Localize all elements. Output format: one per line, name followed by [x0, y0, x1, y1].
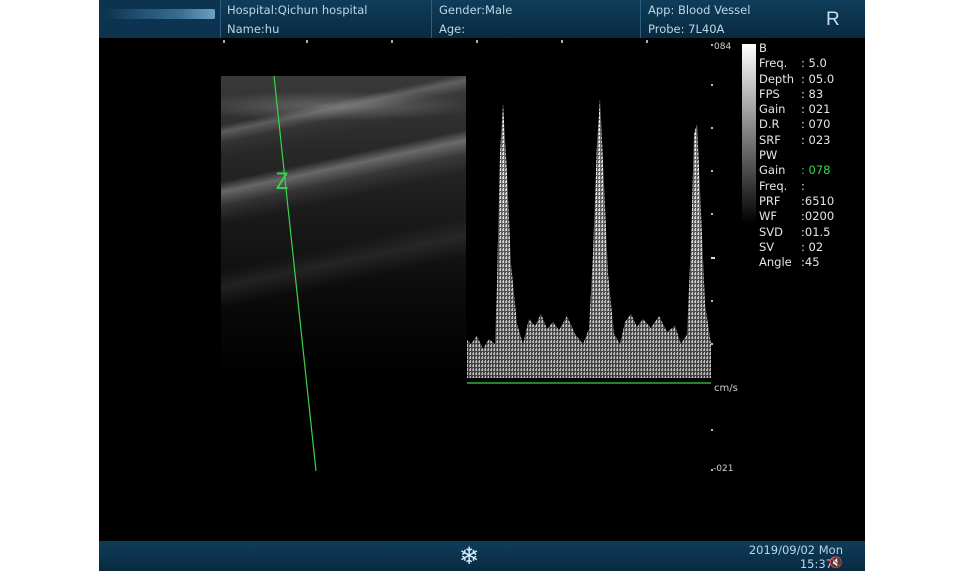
- speaker-muted-icon[interactable]: 🔇: [829, 556, 843, 569]
- param-row: Gain: 078: [759, 163, 831, 178]
- spectral-envelope: [467, 99, 711, 378]
- doppler-cursor-line[interactable]: [273, 75, 317, 472]
- grayscale-bar: [742, 44, 756, 224]
- param-row: FPS: 83: [759, 86, 824, 101]
- ultrasound-screen: Hospital:Qichun hospital Name:hu Gender:…: [99, 0, 865, 571]
- date-label: 2019/09/02 Mon: [748, 543, 843, 557]
- param-row: SVD:01.5: [759, 224, 831, 239]
- snowflake-icon[interactable]: ❄: [459, 541, 479, 571]
- param-row: WF:0200: [759, 209, 835, 224]
- velocity-scale-top: 084: [714, 42, 732, 52]
- b-mode-section-title: B: [759, 41, 767, 55]
- pw-section-title: PW: [759, 148, 778, 163]
- time-label: 15:37: [799, 557, 833, 571]
- param-row: SRF: 023: [759, 132, 831, 147]
- param-row: PRF:6510: [759, 193, 835, 208]
- param-row: Depth: 05.0: [759, 71, 835, 86]
- footer-bar: ❄ 2019/09/02 Mon 15:37 🔇: [99, 541, 865, 571]
- param-row: Freq.: 5.0: [759, 56, 827, 71]
- velocity-unit-label: cm/s: [714, 383, 738, 394]
- spectral-doppler-display: [467, 99, 711, 384]
- param-row: Freq.:: [759, 178, 805, 193]
- param-row: D.R: 070: [759, 117, 831, 132]
- velocity-scale-bottom: -021: [713, 464, 734, 474]
- sample-volume-marker[interactable]: Z: [275, 170, 288, 195]
- param-row: SV: 02: [759, 239, 824, 254]
- param-row: Gain: 021: [759, 102, 831, 117]
- velocity-scale-ticks: [711, 44, 715, 471]
- parameter-panel: B Freq.: 5.0 Depth: 05.0 FPS: 83 Gain: 0…: [759, 41, 834, 270]
- param-row: Angle:45: [759, 255, 820, 270]
